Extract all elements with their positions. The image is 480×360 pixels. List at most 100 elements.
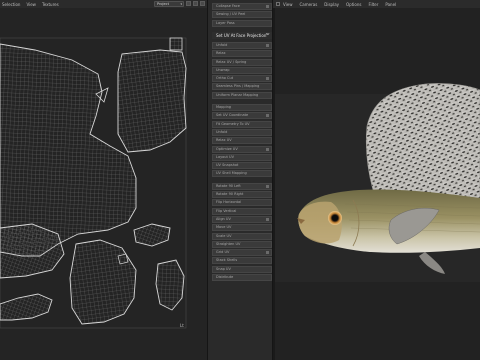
uv-tool-item[interactable]: Ortho Cut [212, 75, 272, 83]
uv-tool-label: Relax UV / Spring [216, 59, 247, 64]
uv-tool-item[interactable]: Straighten UV [212, 240, 272, 248]
uv-tool-label: Align UV [216, 216, 231, 221]
uv-tool-item[interactable]: Stack Shells [212, 257, 272, 265]
uv-tool-label: UV Snapshot [216, 163, 239, 168]
uv-tool-item[interactable]: Grid UV [212, 249, 272, 257]
uv-tool-item[interactable]: Relax [212, 50, 272, 58]
uv-tool-item[interactable]: Flip Horizontal [212, 199, 272, 207]
uv-tool-item[interactable]: Sewing / UV Peel [212, 11, 272, 19]
uv-tool-item[interactable]: UV Snapshot [212, 162, 272, 170]
uv-shell-anal-fin[interactable] [155, 259, 185, 311]
uv-tool-item[interactable]: Unfold [212, 128, 272, 136]
uv-menu-view[interactable]: View [26, 2, 36, 7]
uv-tool-label: UV Shell Mapping [216, 171, 247, 176]
uv-tool-item[interactable]: Flip Vertical [212, 207, 272, 215]
uv-tool-label: Flip Vertical [216, 208, 237, 213]
uv-editor-panel: Selection View Textures Project ▾ Lt [0, 0, 207, 360]
uv-tool-item[interactable]: Layout UV [212, 153, 272, 161]
uv-tool-item[interactable]: Relax UV / Spring [212, 58, 272, 66]
uv-tool-item[interactable]: Fit Geometry To UV [212, 120, 272, 128]
option-box-icon[interactable] [266, 114, 269, 118]
uv-tool-label: Layout UV [216, 154, 234, 159]
uv-tool-label: Collapse Face [216, 4, 240, 8]
uv-tool-item[interactable]: Layer Pass [212, 19, 272, 27]
uv-tool-item[interactable]: Seamless Pins / Mapping [212, 83, 272, 91]
uv-tool-label: Grid UV [216, 250, 230, 255]
uv-tool-label: Fit Geometry To UV [216, 121, 250, 126]
uv-shell-dorsal-fin[interactable] [117, 49, 187, 153]
uv-tool-item[interactable]: Align UV [212, 215, 272, 223]
uv-tool-item[interactable]: Rotate 90 Right [212, 191, 272, 198]
uv-tool-label: Ortho Cut [216, 76, 234, 81]
option-box-icon[interactable] [266, 5, 269, 8]
uv-tool-label: Layer Pass [216, 20, 235, 25]
uv-tool-item[interactable]: UV Shell Mapping [212, 170, 272, 178]
option-box-icon[interactable] [266, 77, 269, 81]
uv-tool-label: Flip Horizontal [216, 200, 242, 205]
uv-tool-label: Snap UV [216, 266, 231, 271]
uv-grid-icon[interactable] [186, 1, 191, 6]
viewport-canvas[interactable] [275, 8, 480, 360]
uv-tool-label: Seamless Pins / Mapping [216, 84, 260, 89]
uv-shell-tail[interactable] [0, 293, 53, 321]
uv-tool-label: Sewing / UV Peel [216, 12, 246, 17]
uv-tool-label: Rotate 90 Right [216, 192, 244, 196]
option-box-icon[interactable] [266, 43, 269, 47]
uv-tool-item[interactable]: Unfold [212, 41, 272, 49]
uv-shell-eye[interactable] [169, 37, 183, 51]
uv-tool-label: Unwrap [216, 67, 230, 72]
uv-tool-item[interactable]: Uniform Planar Mapping [212, 91, 272, 99]
uv-tool-item[interactable]: Optimize UV [212, 145, 272, 153]
uv-tool-label: Optimize UV [216, 146, 238, 151]
viewport-layout-icon[interactable] [276, 2, 280, 6]
projection-select[interactable]: Project ▾ [154, 1, 184, 7]
viewport-menu-panel[interactable]: Panel [385, 2, 396, 7]
uv-tool-item[interactable]: Set UV Coordinate [212, 112, 272, 120]
uv-tool-item[interactable]: Move UV [212, 224, 272, 232]
uv-tool-label: Scale UV [216, 233, 232, 238]
uv-tool-label: Uniform Planar Mapping [216, 92, 259, 97]
option-box-icon[interactable] [266, 147, 269, 151]
uv-tool-item[interactable]: Mapping [212, 104, 272, 111]
uv-tool-label: Set UV At Face Projection [216, 32, 267, 38]
uv-shell-ventral-fin[interactable] [133, 223, 171, 247]
uv-tool-label: Mapping [216, 105, 232, 109]
uv-tool-item[interactable]: Relax UV [212, 137, 272, 145]
chevron-down-icon: ▾ [180, 2, 182, 6]
uv-tool-item[interactable]: Scale UV [212, 232, 272, 240]
uv-tool-item[interactable]: Distribute [212, 274, 272, 281]
uv-tool-label: Rotate 90 Left [216, 183, 241, 188]
viewport-menu-display[interactable]: Display [324, 2, 339, 7]
uv-menu-selection[interactable]: Selection [2, 2, 20, 7]
uv-tool-item[interactable]: Set UV At Face Projection ⚙ [212, 31, 272, 39]
uv-tool-label: Unfold [216, 129, 228, 134]
option-box-icon[interactable] [266, 184, 269, 188]
uv-toolbar-icons [186, 1, 205, 6]
uv-shell-belly[interactable] [69, 239, 137, 325]
uv-tool-label: Straighten UV [216, 241, 241, 246]
uv-canvas[interactable]: Lt [0, 8, 207, 360]
fish-dorsal-fin [365, 83, 480, 209]
uv-tool-label: Move UV [216, 225, 232, 230]
uv-checker-icon[interactable] [193, 1, 198, 6]
viewport-menu-cameras[interactable]: Cameras [300, 2, 318, 7]
uv-tool-item[interactable]: Collapse Face [212, 3, 272, 10]
viewport-menu-view[interactable]: View [283, 2, 293, 7]
uv-tool-item[interactable]: Snap UV [212, 265, 272, 273]
viewport-menu-filter[interactable]: Filter [368, 2, 378, 7]
gear-icon[interactable]: ⚙ [266, 33, 270, 37]
uv-shell-body[interactable] [0, 43, 137, 257]
fish-pupil [332, 215, 338, 221]
viewport-menu-options[interactable]: Options [346, 2, 361, 7]
uv-tool-label: Relax [216, 51, 226, 56]
uv-menu-textures[interactable]: Textures [42, 2, 59, 7]
uv-settings-icon[interactable] [200, 1, 205, 6]
option-box-icon[interactable] [266, 251, 269, 255]
uv-tool-item[interactable]: Unwrap [212, 66, 272, 74]
uv-tool-label: Set UV Coordinate [216, 113, 249, 118]
uv-tool-label: Relax UV [216, 138, 232, 143]
uv-tool-label: Distribute [216, 275, 234, 279]
uv-tool-item[interactable]: Rotate 90 Left [212, 182, 272, 190]
viewport-menubar: View Cameras Display Options Filter Pane… [273, 0, 480, 8]
option-box-icon[interactable] [266, 217, 269, 221]
